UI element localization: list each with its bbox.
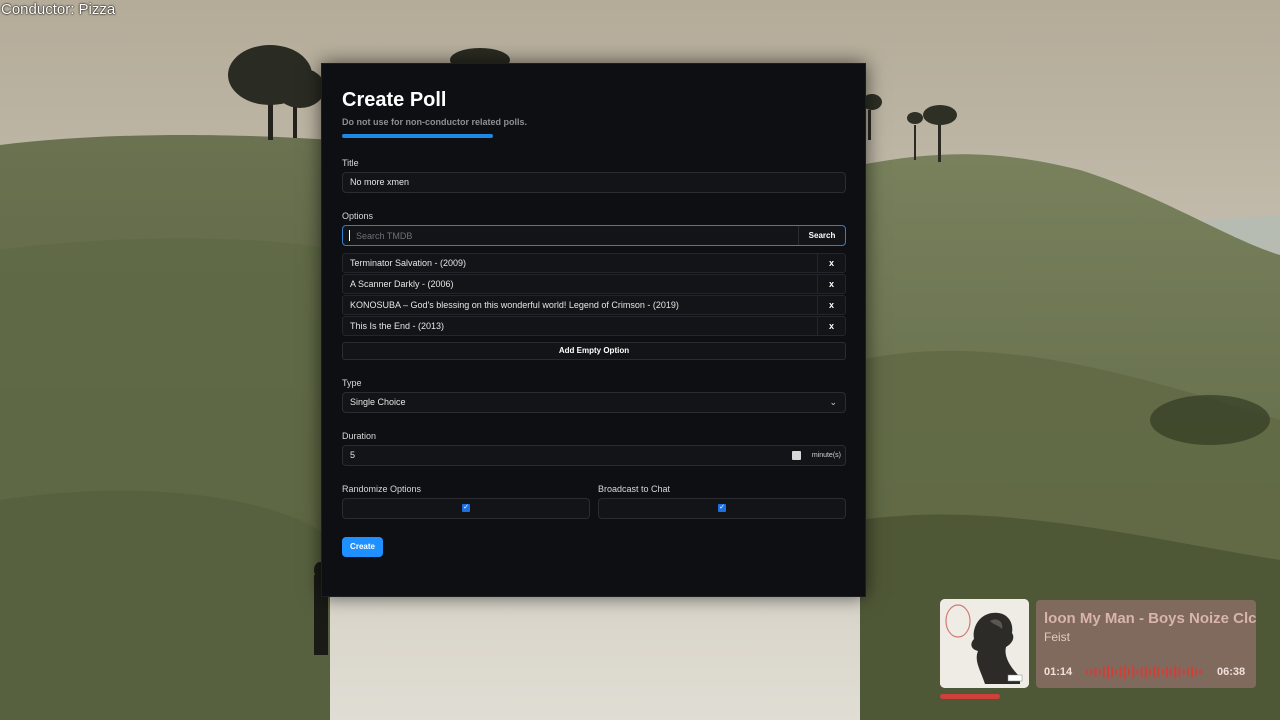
broadcast-checkbox-field: ✓ bbox=[598, 498, 846, 519]
options-label: Options bbox=[342, 211, 374, 221]
track-title: loon My Man - Boys Noize Clc bbox=[1044, 610, 1256, 627]
option-row: A Scanner Darkly - (2006) x bbox=[342, 274, 846, 294]
duration-unit: minute(s) bbox=[811, 452, 841, 459]
progress-bar[interactable] bbox=[940, 694, 1000, 699]
remove-option-button[interactable]: x bbox=[817, 296, 845, 314]
randomize-checkbox[interactable]: ✓ bbox=[462, 504, 470, 512]
search-input[interactable] bbox=[350, 226, 798, 245]
type-label: Type bbox=[342, 378, 362, 388]
randomize-checkbox-field: ✓ bbox=[342, 498, 590, 519]
remove-option-button[interactable]: x bbox=[817, 317, 845, 335]
option-row: Terminator Salvation - (2009) x bbox=[342, 253, 846, 273]
total-time: 06:38 bbox=[1217, 666, 1246, 678]
remove-option-button[interactable]: x bbox=[817, 275, 845, 293]
now-playing-widget: loon My Man - Boys Noize Clc Feist 01:14… bbox=[940, 599, 1256, 699]
randomize-label: Randomize Options bbox=[342, 484, 422, 494]
waveform-icon bbox=[1086, 664, 1202, 680]
title-label: Title bbox=[342, 158, 359, 168]
type-select[interactable]: Single Choice ⌄ bbox=[342, 392, 846, 413]
option-label: Terminator Salvation - (2009) bbox=[350, 258, 467, 268]
modal-title: Create Poll bbox=[342, 89, 447, 111]
remove-option-button[interactable]: x bbox=[817, 254, 845, 272]
create-poll-modal: Create Poll Do not use for non-conductor… bbox=[321, 63, 866, 597]
number-spinner-icon[interactable] bbox=[792, 451, 801, 460]
search-button[interactable]: Search bbox=[798, 226, 845, 245]
broadcast-label: Broadcast to Chat bbox=[598, 484, 671, 494]
type-select-value: Single Choice bbox=[350, 397, 406, 407]
chevron-down-icon: ⌄ bbox=[829, 397, 837, 407]
create-button[interactable]: Create bbox=[342, 537, 383, 557]
broadcast-checkbox[interactable]: ✓ bbox=[718, 504, 726, 512]
title-input[interactable]: No more xmen bbox=[342, 172, 846, 193]
option-label: A Scanner Darkly - (2006) bbox=[350, 279, 454, 289]
duration-input[interactable]: 5 minute(s) bbox=[342, 445, 846, 466]
accent-bar bbox=[342, 134, 493, 138]
elapsed-time: 01:14 bbox=[1044, 666, 1073, 678]
option-label: KONOSUBA – God's blessing on this wonder… bbox=[350, 300, 679, 310]
modal-subtitle: Do not use for non-conductor related pol… bbox=[342, 117, 528, 127]
track-artist: Feist bbox=[1044, 630, 1071, 644]
option-row: KONOSUBA – God's blessing on this wonder… bbox=[342, 295, 846, 315]
option-row: This Is the End - (2013) x bbox=[342, 316, 846, 336]
tmdb-search-field: Search bbox=[342, 225, 846, 246]
duration-value: 5 bbox=[350, 450, 356, 460]
add-empty-option-button[interactable]: Add Empty Option bbox=[342, 342, 846, 360]
option-label: This Is the End - (2013) bbox=[350, 321, 445, 331]
duration-label: Duration bbox=[342, 431, 377, 441]
now-playing-panel: loon My Man - Boys Noize Clc Feist 01:14… bbox=[1036, 600, 1256, 688]
conductor-label: Conductor: Pizza bbox=[1, 1, 116, 18]
silhouette-portrait-icon bbox=[940, 599, 1029, 688]
